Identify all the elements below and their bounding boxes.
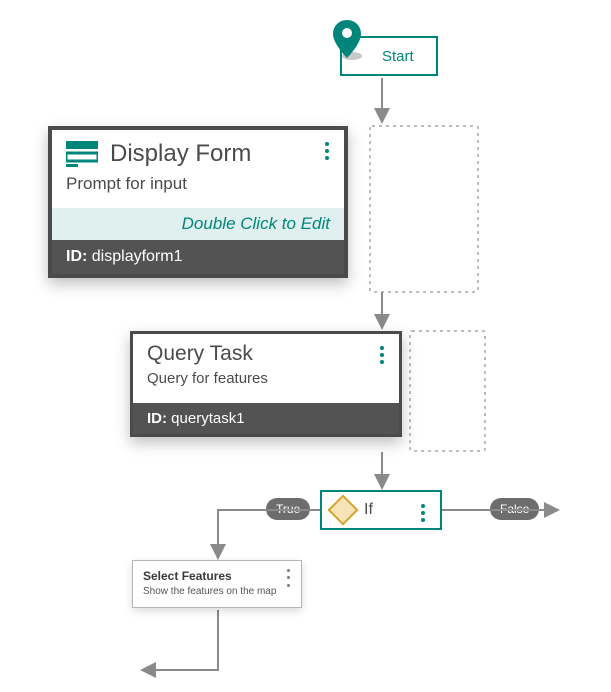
query-task-title: Query Task — [147, 342, 253, 366]
display-form-subtitle: Prompt for input — [52, 174, 344, 208]
start-label: Start — [382, 48, 414, 65]
more-icon[interactable] — [416, 502, 430, 524]
branch-true-label: True — [266, 498, 310, 520]
map-pin-icon — [330, 18, 364, 62]
more-icon[interactable] — [281, 567, 295, 589]
if-node[interactable]: If — [320, 490, 442, 530]
display-form-node[interactable]: Display Form Prompt for input Double Cli… — [48, 126, 348, 278]
display-form-id-bar: ID: displayform1 — [52, 240, 344, 274]
start-node[interactable]: Start — [340, 36, 438, 76]
more-icon[interactable] — [320, 140, 334, 162]
display-form-title: Display Form — [110, 140, 251, 168]
select-features-node[interactable]: Select Features Show the features on the… — [132, 560, 302, 608]
display-form-hint: Double Click to Edit — [52, 208, 344, 240]
decision-icon — [327, 494, 358, 525]
branch-false-label: False — [490, 498, 539, 520]
form-icon — [66, 141, 98, 167]
query-task-id-bar: ID: querytask1 — [133, 403, 399, 434]
more-icon[interactable] — [375, 344, 389, 366]
select-features-title: Select Features — [143, 569, 291, 583]
query-task-subtitle: Query for features — [133, 370, 399, 403]
select-features-subtitle: Show the features on the map — [143, 586, 291, 597]
query-task-node[interactable]: Query Task Query for features ID: queryt… — [130, 331, 402, 437]
if-label: If — [364, 501, 373, 519]
